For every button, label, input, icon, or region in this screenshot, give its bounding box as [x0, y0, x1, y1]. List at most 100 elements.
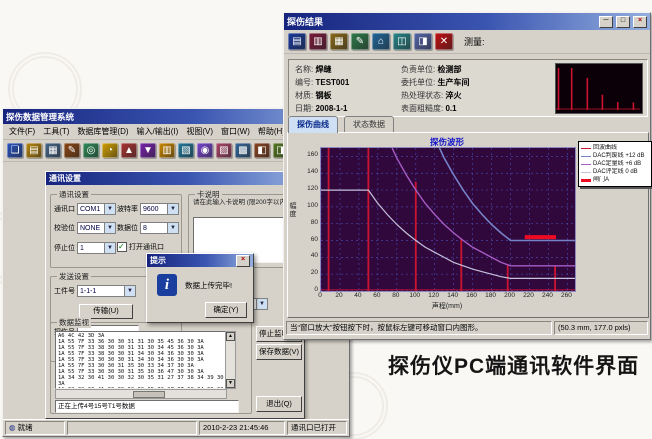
chevron-down-icon[interactable]: ▼	[167, 222, 179, 234]
legend-label: 回波曲线	[593, 144, 617, 152]
maximize-button[interactable]: □	[616, 16, 630, 28]
calibrate-icon[interactable]: ◧	[254, 143, 270, 158]
x-tick-label: 40	[350, 292, 366, 299]
save-data-button[interactable]: 保存数据(V)	[256, 344, 302, 360]
client-value: 生产车间	[437, 78, 469, 87]
material-value: 钢板	[315, 91, 331, 100]
tab-strip: 探伤曲线 状态数据	[288, 116, 646, 132]
hex-data-list[interactable]: A6 4C 42 3D 3A1A 55 7F 33 36 30 30 31 31…	[55, 331, 229, 389]
waveform-thumbnail	[555, 63, 643, 114]
scroll-thumb[interactable]	[133, 391, 165, 398]
status-spacer	[67, 421, 197, 435]
comm-settings-icon[interactable]: ◎	[83, 143, 99, 158]
print-icon[interactable]: ▨	[216, 143, 232, 158]
port-label: 通讯口	[54, 204, 75, 214]
workpiece-combo[interactable]: 1-1-1▼	[77, 285, 136, 297]
legend-label: DAC评定线 0 dB	[593, 168, 638, 176]
chevron-down-icon[interactable]: ▼	[104, 222, 116, 234]
record-info-panel: 名称: 焊缝 编号: TEST001 材质: 钢板 日期: 2008-1-1 负…	[288, 59, 648, 117]
save-icon[interactable]: ▦	[45, 143, 61, 158]
home-view-icon[interactable]: ⌂	[372, 33, 390, 50]
minimize-button[interactable]: ─	[599, 16, 613, 28]
exit-button[interactable]: 退出(Q)	[256, 396, 302, 412]
status-bar: ◍ 就绪 2010-2-23 21:45:46 通讯口已打开	[3, 419, 349, 436]
window-title: 探伤结果	[287, 15, 596, 28]
delete-icon[interactable]: ✕	[435, 33, 453, 50]
name-label: 名称:	[295, 65, 313, 74]
ready-status: ◍ 就绪	[5, 421, 65, 435]
parity-label: 校验位	[54, 223, 75, 233]
heat-label: 热处理状态:	[401, 91, 443, 100]
x-tick-label: 140	[445, 292, 461, 299]
databits-combo[interactable]: 8▼	[140, 222, 179, 234]
clock-icon[interactable]: ◔	[102, 143, 118, 158]
upload-icon[interactable]: ▲	[121, 143, 137, 158]
menu-item[interactable]: 文件(F)	[9, 126, 35, 137]
waveform-icon[interactable]: ▥	[309, 33, 327, 50]
date-label: 日期:	[295, 104, 313, 113]
x-tick-label: 0	[312, 292, 328, 299]
horizontal-scrollbar[interactable]	[55, 389, 227, 399]
screen: 探伤数据管理系统 ─ □ × 文件(F)工具(T)数据库管理(D)输入/输出(I…	[0, 0, 652, 439]
y-tick-label: 20	[296, 269, 318, 276]
open-result-icon[interactable]: ▤	[288, 33, 306, 50]
x-tick-label: 120	[426, 292, 442, 299]
open-file-icon[interactable]: ▤	[26, 143, 42, 158]
chevron-down-icon[interactable]: ▼	[124, 285, 136, 297]
menu-item[interactable]: 数据库管理(D)	[77, 126, 128, 137]
database-icon[interactable]: ▥	[159, 143, 175, 158]
y-tick-label: 160	[296, 151, 318, 158]
y-tick-label: 100	[296, 202, 318, 209]
x-tick-label: 100	[407, 292, 423, 299]
stopbits-label: 停止位	[54, 243, 75, 253]
comm-state-label: 通讯口已打开	[287, 421, 347, 435]
export-icon[interactable]: ◨	[414, 33, 432, 50]
parity-combo[interactable]: NONE▼	[77, 222, 116, 234]
chevron-down-icon[interactable]: ▼	[167, 203, 179, 215]
port-combo[interactable]: COM1▼	[77, 203, 116, 215]
open-port-checkbox[interactable]: ✓	[117, 242, 127, 252]
x-tick-label: 20	[331, 292, 347, 299]
baud-combo[interactable]: 9600▼	[140, 203, 179, 215]
databits-value: 8	[140, 222, 167, 234]
dialog-titlebar[interactable]: 通讯设置 ×	[46, 172, 304, 185]
stopbits-value: 1	[77, 242, 104, 254]
vertical-scrollbar[interactable]: ▲ ▼	[225, 331, 236, 389]
chevron-down-icon[interactable]: ▼	[104, 203, 116, 215]
chart-icon[interactable]: ▩	[235, 143, 251, 158]
save-result-icon[interactable]: ▦	[330, 33, 348, 50]
messagebox-titlebar[interactable]: 提示 ×	[147, 254, 253, 267]
download-icon[interactable]: ▼	[140, 143, 156, 158]
menu-item[interactable]: 窗口(W)	[221, 126, 250, 137]
scroll-down-icon[interactable]: ▼	[226, 379, 235, 388]
scroll-up-icon[interactable]: ▲	[226, 332, 235, 341]
tab-flaw-curve[interactable]: 探伤曲线	[288, 116, 338, 133]
x-tick-label: 160	[464, 292, 480, 299]
copy-icon[interactable]: ◫	[393, 33, 411, 50]
legend-swatch	[581, 179, 591, 182]
tab-status-data[interactable]: 状态数据	[344, 116, 394, 133]
client-label: 委托单位:	[401, 78, 435, 87]
report-icon[interactable]: ▧	[178, 143, 194, 158]
close-button[interactable]: ×	[633, 16, 647, 28]
menu-item[interactable]: 帮助(H)	[258, 126, 285, 137]
probe-setup-icon[interactable]: ✎	[64, 143, 80, 158]
messagebox-close-button[interactable]: ×	[236, 255, 250, 267]
ok-button[interactable]: 确定(Y)	[205, 302, 247, 318]
window-titlebar[interactable]: 探伤结果 ─ □ ×	[284, 13, 650, 30]
edit-icon[interactable]: ✎	[351, 33, 369, 50]
stopbits-combo[interactable]: 1▼	[77, 242, 116, 254]
menu-item[interactable]: 视图(V)	[186, 126, 213, 137]
menu-item[interactable]: 输入/输出(I)	[137, 126, 179, 137]
menu-item[interactable]: 工具(T)	[43, 126, 69, 137]
hint-text: 当“窗口放大”按钮按下时，按鼠标左键可移动窗口内图形。	[286, 321, 552, 335]
flaw-curve-plot[interactable]	[320, 147, 576, 292]
legend-label: DAC定量线 +6 dB	[593, 160, 641, 168]
new-record-icon[interactable]: ❏	[7, 143, 23, 158]
heat-value: 淬火	[445, 91, 461, 100]
user-icon[interactable]: ◉	[197, 143, 213, 158]
chevron-down-icon[interactable]: ▼	[104, 242, 116, 254]
x-tick-label: 80	[388, 292, 404, 299]
upload-status-field: 正在上传4号15号T1号数据	[55, 400, 239, 413]
chevron-down-icon[interactable]: ▼	[256, 298, 268, 310]
